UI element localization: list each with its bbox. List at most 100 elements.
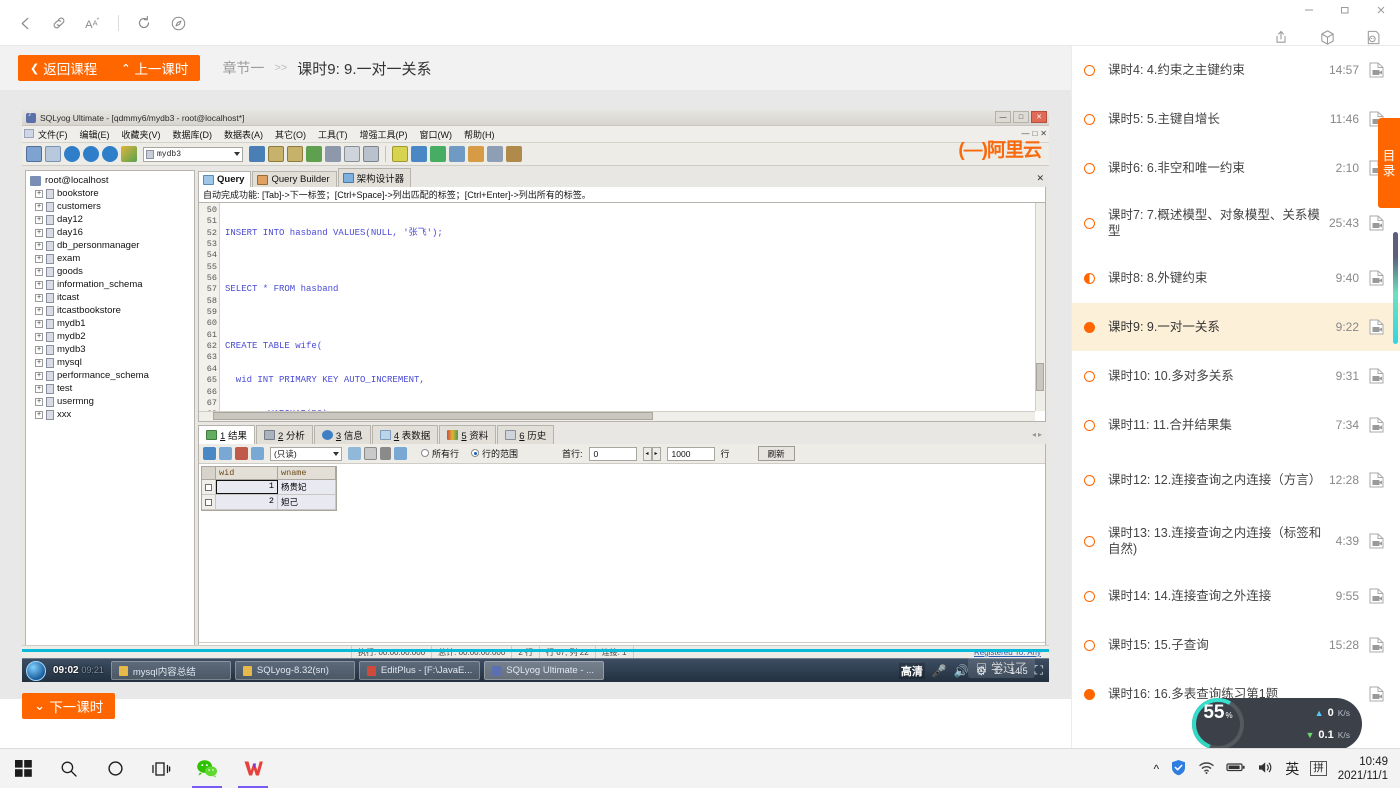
tab-query[interactable]: Query (198, 171, 252, 187)
start-icon[interactable] (0, 749, 46, 788)
expand-icon[interactable]: + (35, 371, 43, 380)
video-progress-line[interactable] (22, 649, 1049, 652)
watched-badge[interactable]: ☑ 学过了 (968, 657, 1035, 678)
taskbar-item-sqlyog-ultimate[interactable]: SQLyog Ultimate - ... (484, 661, 605, 680)
expand-icon[interactable]: + (35, 267, 43, 276)
link-icon[interactable] (44, 8, 74, 38)
sql-code-text[interactable]: INSERT INTO hasband VALUES(NULL, '张飞'); … (220, 203, 1045, 421)
first-row-input[interactable]: 0 (588, 446, 637, 461)
tree-item-mydb2[interactable]: + mydb2 (26, 330, 194, 343)
video-file-icon[interactable] (1369, 270, 1384, 286)
expand-icon[interactable]: + (35, 202, 43, 211)
menu-help[interactable]: 帮助(H) (458, 128, 501, 141)
tunnel-icon[interactable] (487, 146, 503, 162)
expand-icon[interactable]: + (35, 358, 43, 367)
expand-icon[interactable]: + (35, 397, 43, 406)
tree-item-bookstore[interactable]: + bookstore (26, 187, 194, 200)
editor-horizontal-scroll-thumb[interactable] (213, 412, 653, 420)
tree-item-performance-schema[interactable]: + performance_schema (26, 369, 194, 382)
cell-wid[interactable]: 1 (216, 480, 278, 494)
restore-button[interactable] (1336, 2, 1354, 18)
menu-edit[interactable]: 编辑(E) (74, 128, 116, 141)
tab-schema-designer[interactable]: 架构设计器 (337, 168, 412, 187)
sqlyog-close-button[interactable]: ✕ (1031, 111, 1047, 123)
cell-wname[interactable]: 妲己 (278, 495, 336, 509)
sync-icon[interactable] (411, 146, 427, 162)
tree-item-itcast[interactable]: + itcast (26, 291, 194, 304)
list-item[interactable]: 课时12: 12.连接查询之内连接（方言） 12:28 (1072, 450, 1400, 511)
sqlyog-minimize-button[interactable]: — (995, 111, 1011, 123)
list-item-active[interactable]: 课时9: 9.一对一关系 9:22 (1072, 303, 1400, 352)
expand-icon[interactable]: + (35, 215, 43, 224)
back-icon[interactable] (10, 8, 40, 38)
tab-query-builder[interactable]: Query Builder (252, 171, 337, 187)
object-browser-tree[interactable]: root@localhost + bookstore + customers + da… (25, 170, 195, 659)
microphone-icon[interactable]: 🎤 (932, 664, 947, 678)
insert-record-icon[interactable] (219, 447, 232, 460)
tree-root-node[interactable]: root@localhost (26, 174, 194, 187)
refresh-grid-icon[interactable] (394, 447, 407, 460)
expand-icon[interactable]: + (35, 306, 43, 315)
radio-row-range[interactable]: 行的范围 (471, 447, 518, 460)
checkbox-icon[interactable] (205, 498, 212, 506)
video-file-icon[interactable] (1369, 319, 1384, 335)
tree-item-test[interactable]: + test (26, 382, 194, 395)
delete-record-icon[interactable] (380, 447, 391, 460)
video-file-icon[interactable] (1369, 637, 1384, 653)
expand-icon[interactable]: + (35, 384, 43, 393)
open-icon[interactable] (64, 146, 80, 162)
result-tabs-scroll-icon[interactable]: ◂▸ (1032, 430, 1044, 439)
expand-icon[interactable]: + (35, 410, 43, 419)
wifi-icon[interactable] (1198, 760, 1215, 778)
query-icon[interactable] (392, 146, 408, 162)
settings-icon[interactable] (506, 146, 522, 162)
export-icon[interactable] (287, 146, 303, 162)
taskbar-clock[interactable]: 10:49 2021/11/1 (1338, 755, 1388, 783)
spinner-next-icon[interactable]: ▸ (651, 446, 661, 461)
breadcrumb-chapter[interactable]: 章节一 (222, 58, 264, 78)
tree-item-goods[interactable]: + goods (26, 265, 194, 278)
grid-select-all-cell[interactable] (202, 467, 216, 479)
ime-language-label[interactable]: 英 (1285, 759, 1299, 779)
list-item[interactable]: 课时4: 4.约束之主键约束 14:57 (1072, 46, 1400, 95)
row-checkbox-cell[interactable] (202, 480, 216, 494)
expand-icon[interactable]: + (35, 319, 43, 328)
spinner-prev-icon[interactable]: ◂ (642, 446, 652, 461)
edit-mode-selector[interactable]: (只读) (270, 446, 342, 461)
expand-icon[interactable]: + (35, 228, 43, 237)
expand-icon[interactable]: + (35, 280, 43, 289)
row-limit-input[interactable]: 1000 (666, 446, 715, 461)
menu-table[interactable]: 数据表(A) (218, 128, 269, 141)
video-file-icon[interactable] (1369, 686, 1384, 702)
list-item[interactable]: 课时11: 11.合并结果集 7:34 (1072, 401, 1400, 450)
battery-icon[interactable] (1226, 761, 1246, 776)
row-checkbox-cell[interactable] (202, 495, 216, 509)
taskbar-item-mysql-notes[interactable]: mysql内容总结 (110, 661, 231, 680)
grid-column-header-wid[interactable]: wid (216, 467, 278, 479)
radio-all-rows[interactable]: 所有行 (421, 447, 459, 460)
video-file-icon[interactable] (1369, 588, 1384, 604)
menu-database[interactable]: 数据库(D) (167, 128, 219, 141)
tree-item-customers[interactable]: + customers (26, 200, 194, 213)
video-file-icon[interactable] (1369, 472, 1384, 488)
menu-powertools[interactable]: 增强工具(P) (354, 128, 414, 141)
editor-vertical-scroll-thumb[interactable] (1036, 363, 1044, 391)
next-lesson-button[interactable]: ⌄ 下一课时 (22, 693, 116, 719)
save-icon[interactable] (83, 146, 99, 162)
video-quality-label[interactable]: 高清 (898, 662, 925, 679)
network-speed-widget[interactable]: 55 % ▲ 0 K/s ▼ 0.1 K/s (1192, 698, 1362, 750)
expand-icon[interactable]: + (35, 345, 43, 354)
font-size-icon[interactable]: AA (78, 8, 108, 38)
result-tab-info[interactable]: 5 资料 (439, 425, 497, 444)
list-item[interactable]: 课时15: 15.子查询 15:28 (1072, 621, 1400, 670)
expand-icon[interactable]: + (35, 254, 43, 263)
row-spinner[interactable]: ◂ ▸ (642, 446, 661, 461)
fullscreen-icon[interactable]: ⛶ (1035, 663, 1043, 678)
backup-icon[interactable] (306, 146, 322, 162)
expand-icon[interactable]: + (35, 241, 43, 250)
back-to-course-button[interactable]: ❮ 返回课程 (18, 55, 109, 81)
table-row[interactable]: 1 杨贵妃 (202, 480, 336, 495)
taskbar-item-sqlyog-folder[interactable]: SQLyog-8.32(sn) (234, 661, 355, 680)
ime-mode-box[interactable]: 拼 (1310, 761, 1327, 776)
tree-item-usermng[interactable]: + usermng (26, 395, 194, 408)
